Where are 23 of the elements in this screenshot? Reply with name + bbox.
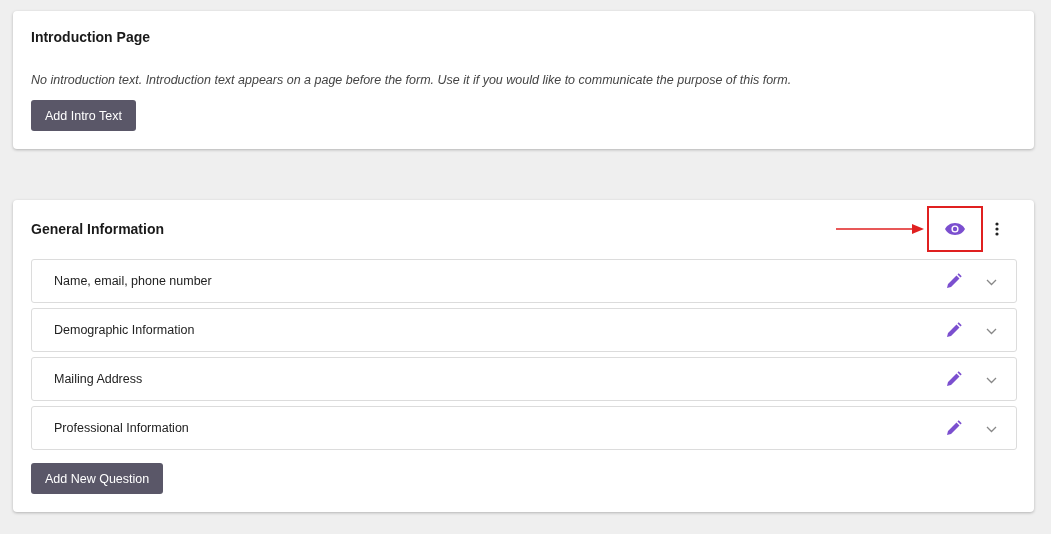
card-title: Introduction Page [31, 29, 150, 45]
preview-eye-icon[interactable] [944, 222, 966, 236]
question-label: Mailing Address [54, 372, 144, 386]
intro-description: No introduction text. Introduction text appears on a page before the form. Use it if you would like to communicate the purpose of this form. [31, 73, 792, 87]
add-new-question-button[interactable]: Add New Question [31, 463, 164, 494]
edit-pencil-icon[interactable] [946, 322, 962, 338]
question-label: Demographic Information [54, 323, 196, 337]
question-label: Name, email, phone number [54, 274, 213, 288]
question-row[interactable]: Demographic Information [31, 308, 1017, 352]
edit-pencil-icon[interactable] [946, 273, 962, 289]
edit-pencil-icon[interactable] [946, 420, 962, 436]
chevron-down-icon[interactable] [986, 328, 997, 335]
more-options-icon[interactable] [995, 222, 999, 236]
add-intro-text-button[interactable]: Add Intro Text [31, 100, 136, 131]
question-row[interactable]: Mailing Address [31, 357, 1017, 401]
question-row[interactable]: Name, email, phone number [31, 259, 1017, 303]
chevron-down-icon[interactable] [986, 426, 997, 433]
section-title: General Information [31, 221, 165, 237]
question-label: Professional Information [54, 421, 190, 435]
question-row[interactable]: Professional Information [31, 406, 1017, 450]
edit-pencil-icon[interactable] [946, 371, 962, 387]
chevron-down-icon[interactable] [986, 377, 997, 384]
chevron-down-icon[interactable] [986, 279, 997, 286]
